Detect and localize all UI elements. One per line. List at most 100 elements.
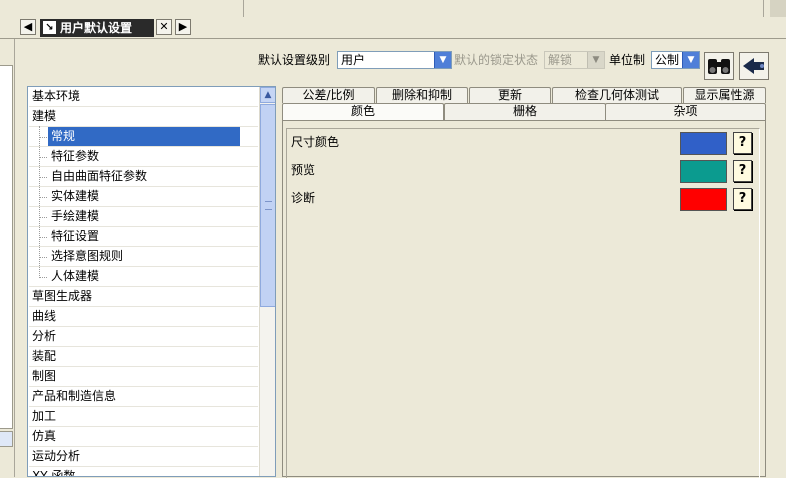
tree-item-label: 草图生成器: [32, 289, 93, 303]
tree-item-label: 运动分析: [32, 449, 81, 463]
color-tab-panel: 尺寸颜色? 预览? 诊断?: [282, 120, 766, 478]
tree-connector: [40, 157, 47, 158]
tree-item[interactable]: 自由曲面特征参数: [29, 167, 258, 187]
tree-item[interactable]: 产品和制造信息: [29, 387, 258, 407]
tree-item-label: 制图: [32, 369, 57, 383]
scroll-thumb[interactable]: [260, 104, 275, 307]
whats-this-button[interactable]: [739, 52, 769, 80]
tree-item-label: XY 函数: [32, 469, 76, 477]
tree-item-label: 手绘建模: [51, 209, 100, 223]
dialog-tab-title: 用户默认设置: [60, 21, 133, 35]
tree-item[interactable]: 常规: [29, 127, 258, 147]
tab-front-0[interactable]: 颜色: [282, 103, 444, 120]
pointer-help-icon: [743, 58, 764, 74]
tab-back-3[interactable]: 检查几何体测试: [552, 87, 682, 103]
tree-connector: [40, 197, 47, 198]
pin-icon[interactable]: ↘: [43, 21, 56, 34]
chevron-down-icon[interactable]: ▼: [682, 52, 699, 68]
find-button[interactable]: [704, 52, 734, 80]
tree-item[interactable]: 仿真: [29, 427, 258, 447]
tree-item[interactable]: 建模: [29, 107, 258, 127]
chevron-down-icon: ▼: [587, 52, 604, 68]
tree-item[interactable]: 制图: [29, 367, 258, 387]
unit-select[interactable]: 公制 ▼: [651, 51, 700, 69]
tree-item-label: 实体建模: [51, 189, 100, 203]
tree-item-label: 装配: [32, 349, 57, 363]
left-panel-list: [0, 65, 13, 429]
chevron-down-icon[interactable]: ▼: [434, 52, 451, 68]
tree-item-label: 加工: [32, 409, 57, 423]
tree-item[interactable]: 选择意图规则: [29, 247, 258, 267]
tree-scrollbar[interactable]: ▲: [259, 87, 275, 476]
chevron-right-icon[interactable]: ▶: [175, 19, 191, 35]
lock-select: 解锁 ▼: [544, 51, 605, 69]
tree-item[interactable]: 特征参数: [29, 147, 258, 167]
tree-item[interactable]: 加工: [29, 407, 258, 427]
tree-item-label: 分析: [32, 329, 57, 343]
question-mark-icon[interactable]: ?: [733, 188, 752, 210]
tree-item[interactable]: 基本环境: [29, 87, 258, 107]
color-swatch[interactable]: [680, 188, 727, 211]
unit-select-value: 公制: [655, 53, 680, 67]
top-strip-segment: [770, 0, 786, 17]
tab-back-2[interactable]: 更新: [469, 87, 551, 103]
tab-header: ◀ ↘ 用户默认设置 ✕ ▶: [0, 18, 786, 39]
color-row-label: 尺寸颜色: [291, 135, 340, 149]
chevron-left-icon[interactable]: ◀: [20, 19, 36, 35]
top-strip-segment: [243, 0, 764, 17]
tree-connector: [40, 277, 47, 278]
dialog-tab[interactable]: ↘ 用户默认设置: [40, 19, 154, 37]
tab-front-2[interactable]: 杂项: [605, 103, 766, 120]
tree-item[interactable]: 装配: [29, 347, 258, 367]
color-swatch[interactable]: [680, 160, 727, 183]
tree-connector: [40, 237, 47, 238]
tree-item[interactable]: 草图生成器: [29, 287, 258, 307]
tree-item-label: 仿真: [32, 429, 57, 443]
binoculars-icon: [708, 59, 730, 74]
tree-item-label: 常规: [48, 127, 240, 146]
top-strip: [0, 0, 786, 19]
color-swatch[interactable]: [680, 132, 727, 155]
tree-item-label: 人体建模: [51, 269, 100, 283]
tree-item-label: 曲线: [32, 309, 57, 323]
tree-connector: [40, 177, 47, 178]
tab-back-4[interactable]: 显示属性源: [683, 87, 766, 103]
close-icon[interactable]: ✕: [156, 19, 172, 35]
tree-connector: [40, 217, 47, 218]
tree-item[interactable]: 运动分析: [29, 447, 258, 467]
tab-front-1[interactable]: 栅格: [444, 103, 606, 120]
tree-item[interactable]: 分析: [29, 327, 258, 347]
tree-item[interactable]: 手绘建模: [29, 207, 258, 227]
top-strip-segment: [0, 0, 244, 17]
left-panel-selection: [0, 431, 13, 447]
scroll-up-icon[interactable]: ▲: [260, 87, 275, 103]
tab-back-0[interactable]: 公差/比例: [282, 87, 375, 103]
question-mark-icon[interactable]: ?: [733, 160, 752, 182]
settings-tree[interactable]: 基本环境建模常规特征参数自由曲面特征参数 实体建模手绘建模特征设置选择意图规则 人体…: [27, 86, 276, 477]
question-mark-icon[interactable]: ?: [733, 132, 752, 154]
tree-item[interactable]: 人体建模: [29, 267, 258, 287]
tree-item[interactable]: 曲线: [29, 307, 258, 327]
color-row-label: 诊断: [291, 191, 316, 205]
tree-item-label: 建模: [32, 109, 57, 123]
tree-item-label: 产品和制造信息: [32, 389, 117, 403]
tree-item-label: 特征参数: [51, 149, 100, 163]
lock-select-value: 解锁: [548, 53, 573, 67]
tree-connector: [40, 257, 47, 258]
color-settings-area: 尺寸颜色? 预览? 诊断?: [286, 128, 760, 478]
tree-connector: [40, 137, 47, 138]
left-panel-edge: [0, 39, 15, 477]
tab-back-1[interactable]: 删除和抑制: [376, 87, 468, 103]
grip-icon: [265, 201, 272, 210]
tree-item[interactable]: 实体建模: [29, 187, 258, 207]
level-select-value: 用户: [341, 53, 366, 67]
tree-item-label: 自由曲面特征参数: [51, 169, 148, 183]
tree-item-label: 基本环境: [32, 89, 81, 103]
unit-label: 单位制: [609, 53, 646, 67]
tree-item[interactable]: XY 函数: [29, 467, 258, 477]
tree-item-label: 特征设置: [51, 229, 100, 243]
level-select[interactable]: 用户 ▼: [337, 51, 452, 69]
tree-item[interactable]: 特征设置: [29, 227, 258, 247]
level-label: 默认设置级别: [258, 53, 331, 67]
tree-item-label: 选择意图规则: [51, 249, 124, 263]
